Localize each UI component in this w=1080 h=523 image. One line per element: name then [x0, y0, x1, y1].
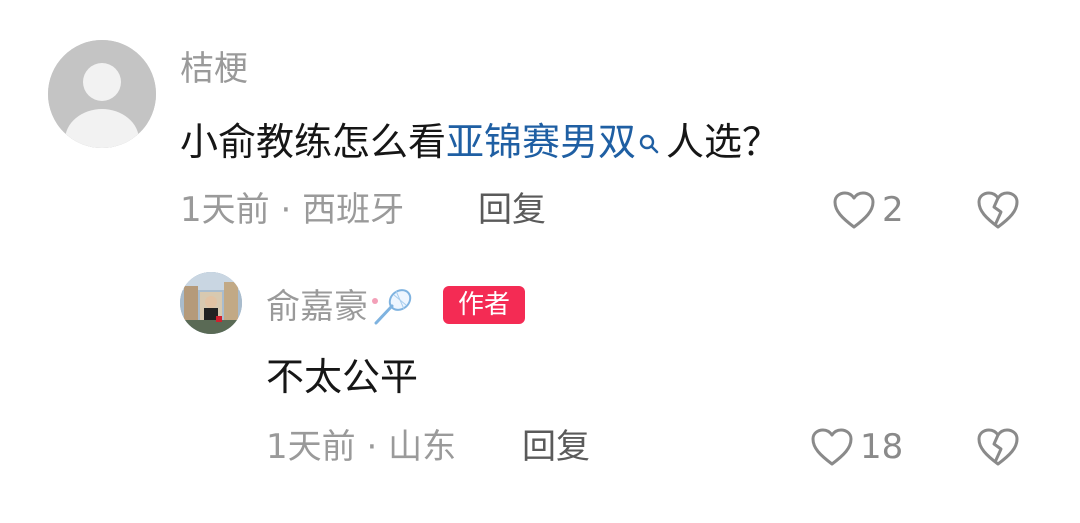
like-count: 18 [860, 427, 904, 467]
reply-meta: 1天前 · 山东 [266, 425, 456, 469]
comment-location: 西班牙 [302, 190, 405, 230]
comment-username[interactable]: 桔梗 [180, 47, 248, 91]
like-count: 2 [882, 190, 904, 230]
reply-username-row: 俞嘉豪 [266, 285, 418, 329]
meta-separator: · [280, 190, 292, 230]
comment-meta: 1天前 · 西班牙 [180, 188, 404, 232]
heart-outline-icon [811, 428, 853, 466]
reply-time: 1天前 [266, 427, 356, 467]
comment-text-before: 小俞教练怎么看 [180, 120, 447, 164]
dislike-button[interactable] [976, 190, 1020, 234]
reply-location: 山东 [388, 427, 457, 467]
user-avatar-default[interactable] [48, 40, 156, 148]
avatar-photo [180, 272, 242, 334]
heart-outline-icon [833, 191, 875, 229]
comment-text: 小俞教练怎么看亚锦赛男双 人选？ [180, 117, 780, 167]
meta-separator: · [366, 427, 378, 467]
comment-text-after: 人选？ [666, 120, 781, 164]
search-icon[interactable] [638, 117, 660, 167]
reply-button[interactable]: 回复 [478, 188, 546, 232]
like-button[interactable]: 18 [810, 425, 903, 469]
like-button[interactable]: 2 [832, 188, 904, 232]
search-link[interactable]: 亚锦赛男双 [446, 120, 636, 164]
default-avatar-icon [48, 40, 156, 148]
broken-heart-icon [977, 428, 1019, 466]
dislike-button[interactable] [976, 427, 1020, 471]
reply-button[interactable]: 回复 [522, 425, 590, 469]
reply-text: 不太公平 [266, 355, 419, 399]
reply-username[interactable]: 俞嘉豪 [266, 287, 368, 327]
broken-heart-icon [977, 191, 1019, 229]
comment-time: 1天前 [180, 190, 270, 230]
author-avatar[interactable] [180, 272, 242, 334]
author-badge: 作者 [443, 286, 525, 324]
badminton-racket-icon [372, 289, 412, 325]
